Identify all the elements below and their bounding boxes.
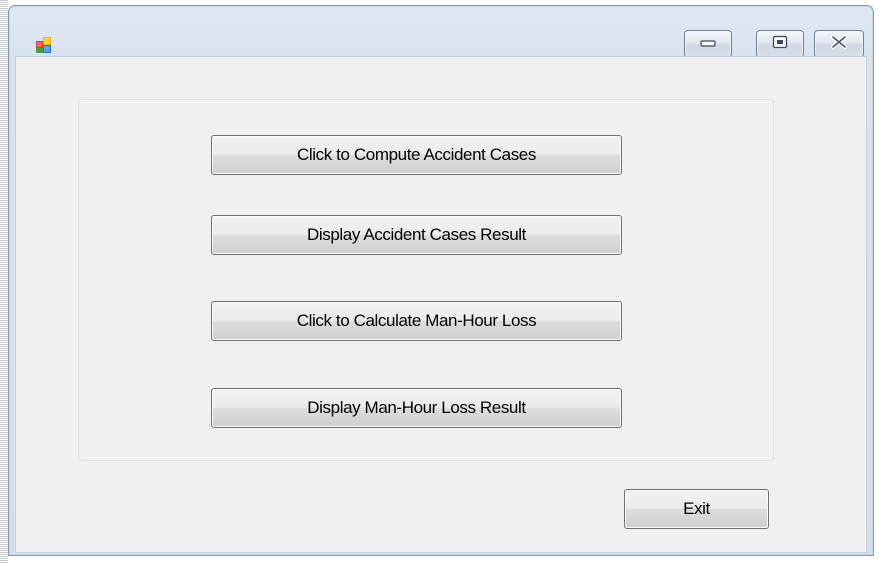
- maximize-icon: [772, 35, 788, 54]
- compute-accident-cases-button[interactable]: Click to Compute Accident Cases: [211, 135, 622, 175]
- client-area: Click to Compute Accident Cases Display …: [15, 56, 867, 553]
- app-window: Click to Compute Accident Cases Display …: [8, 5, 874, 556]
- close-icon: [830, 34, 848, 54]
- title-bar[interactable]: [9, 6, 873, 58]
- app-window-icon[interactable]: [35, 36, 53, 54]
- display-accident-cases-button[interactable]: Display Accident Cases Result: [211, 215, 622, 255]
- display-man-hour-loss-button[interactable]: Display Man-Hour Loss Result: [211, 388, 622, 428]
- close-button[interactable]: [814, 30, 864, 58]
- minimize-button[interactable]: [684, 30, 732, 58]
- minimize-icon: [700, 35, 716, 53]
- exit-button[interactable]: Exit: [624, 489, 769, 529]
- maximize-button[interactable]: [756, 30, 804, 58]
- calculate-man-hour-loss-button[interactable]: Click to Calculate Man-Hour Loss: [211, 301, 622, 341]
- window-edge: [0, 0, 8, 563]
